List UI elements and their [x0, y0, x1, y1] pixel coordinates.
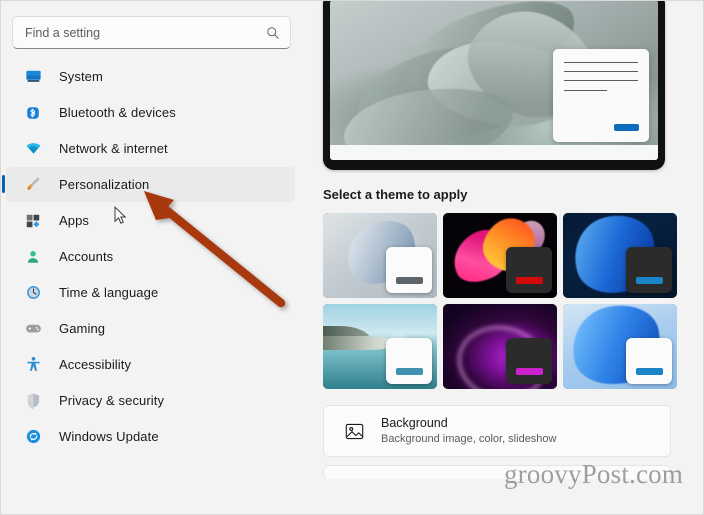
setting-row-background[interactable]: Background Background image, color, slid… — [323, 405, 671, 457]
setting-subtitle: Background image, color, slideshow — [381, 433, 557, 445]
sidebar-item-time-language[interactable]: Time & language — [6, 275, 295, 310]
theme-window-preview — [626, 338, 672, 384]
theme-accent-swatch — [395, 277, 423, 284]
bluetooth-icon — [24, 104, 42, 122]
theme-option[interactable] — [443, 213, 557, 298]
theme-grid — [323, 213, 695, 389]
sidebar-item-accessibility[interactable]: Accessibility — [6, 347, 295, 382]
theme-window-preview — [506, 247, 552, 293]
search-container — [12, 16, 291, 49]
theme-accent-swatch — [635, 368, 663, 375]
clock-globe-icon — [24, 284, 42, 302]
sidebar-item-label: Apps — [59, 213, 90, 228]
main-content: Select a theme to apply Background Backg… — [301, 1, 703, 514]
monitor-icon — [24, 68, 42, 86]
theme-window-preview — [386, 247, 432, 293]
sidebar-nav: System Bluetooth & devices Network & int… — [1, 59, 301, 454]
sidebar-item-label: Windows Update — [59, 429, 159, 444]
sidebar-item-gaming[interactable]: Gaming — [6, 311, 295, 346]
theme-option[interactable] — [323, 304, 437, 389]
sidebar-item-label: Personalization — [59, 177, 150, 192]
sidebar-item-label: Privacy & security — [59, 393, 165, 408]
sidebar-item-label: Accounts — [59, 249, 114, 264]
sidebar-item-accounts[interactable]: Accounts — [6, 239, 295, 274]
update-sync-icon — [24, 428, 42, 446]
sidebar-item-label: Bluetooth & devices — [59, 105, 176, 120]
settings-window: System Bluetooth & devices — [0, 0, 704, 515]
sidebar-item-system[interactable]: System — [6, 59, 295, 94]
person-icon — [24, 248, 42, 266]
picture-icon — [343, 420, 366, 443]
sidebar-item-windows-update[interactable]: Windows Update — [6, 419, 295, 454]
sidebar-item-apps[interactable]: Apps — [6, 203, 295, 238]
theme-window-preview — [506, 338, 552, 384]
preview-taskbar — [330, 145, 658, 160]
sidebar-item-label: Time & language — [59, 285, 159, 300]
wifi-icon — [24, 140, 42, 158]
sidebar-item-label: Accessibility — [59, 357, 132, 372]
setting-title: Background — [381, 416, 448, 430]
theme-option[interactable] — [563, 213, 677, 298]
theme-accent-swatch — [515, 277, 543, 284]
theme-window-preview — [386, 338, 432, 384]
sidebar: System Bluetooth & devices — [1, 1, 301, 514]
sidebar-item-network-internet[interactable]: Network & internet — [6, 131, 295, 166]
theme-window-preview — [626, 247, 672, 293]
sidebar-item-label: Gaming — [59, 321, 106, 336]
apps-grid-icon — [24, 212, 42, 230]
sidebar-item-personalization[interactable]: Personalization — [2, 167, 295, 202]
paintbrush-icon — [24, 176, 42, 194]
section-heading: Select a theme to apply — [323, 187, 468, 202]
theme-preview-wallpaper — [330, 1, 658, 160]
theme-option[interactable] — [323, 213, 437, 298]
theme-option[interactable] — [443, 304, 557, 389]
sidebar-item-label: System — [59, 69, 103, 84]
search-input[interactable] — [25, 25, 265, 40]
sidebar-item-label: Network & internet — [59, 141, 168, 156]
search-box[interactable] — [12, 16, 291, 49]
theme-accent-swatch — [395, 368, 423, 375]
theme-accent-swatch — [515, 368, 543, 375]
sidebar-item-privacy-security[interactable]: Privacy & security — [6, 383, 295, 418]
theme-accent-swatch — [635, 277, 663, 284]
setting-row-next-partial[interactable] — [323, 465, 671, 479]
gamepad-icon — [24, 320, 42, 338]
theme-preview-monitor — [323, 1, 665, 170]
shield-icon — [24, 392, 42, 410]
preview-dialog-window — [553, 49, 649, 142]
accessibility-icon — [24, 356, 42, 374]
search-icon — [265, 25, 280, 40]
theme-option[interactable] — [563, 304, 677, 389]
preview-accent-button — [614, 124, 639, 131]
sidebar-item-bluetooth-devices[interactable]: Bluetooth & devices — [6, 95, 295, 130]
